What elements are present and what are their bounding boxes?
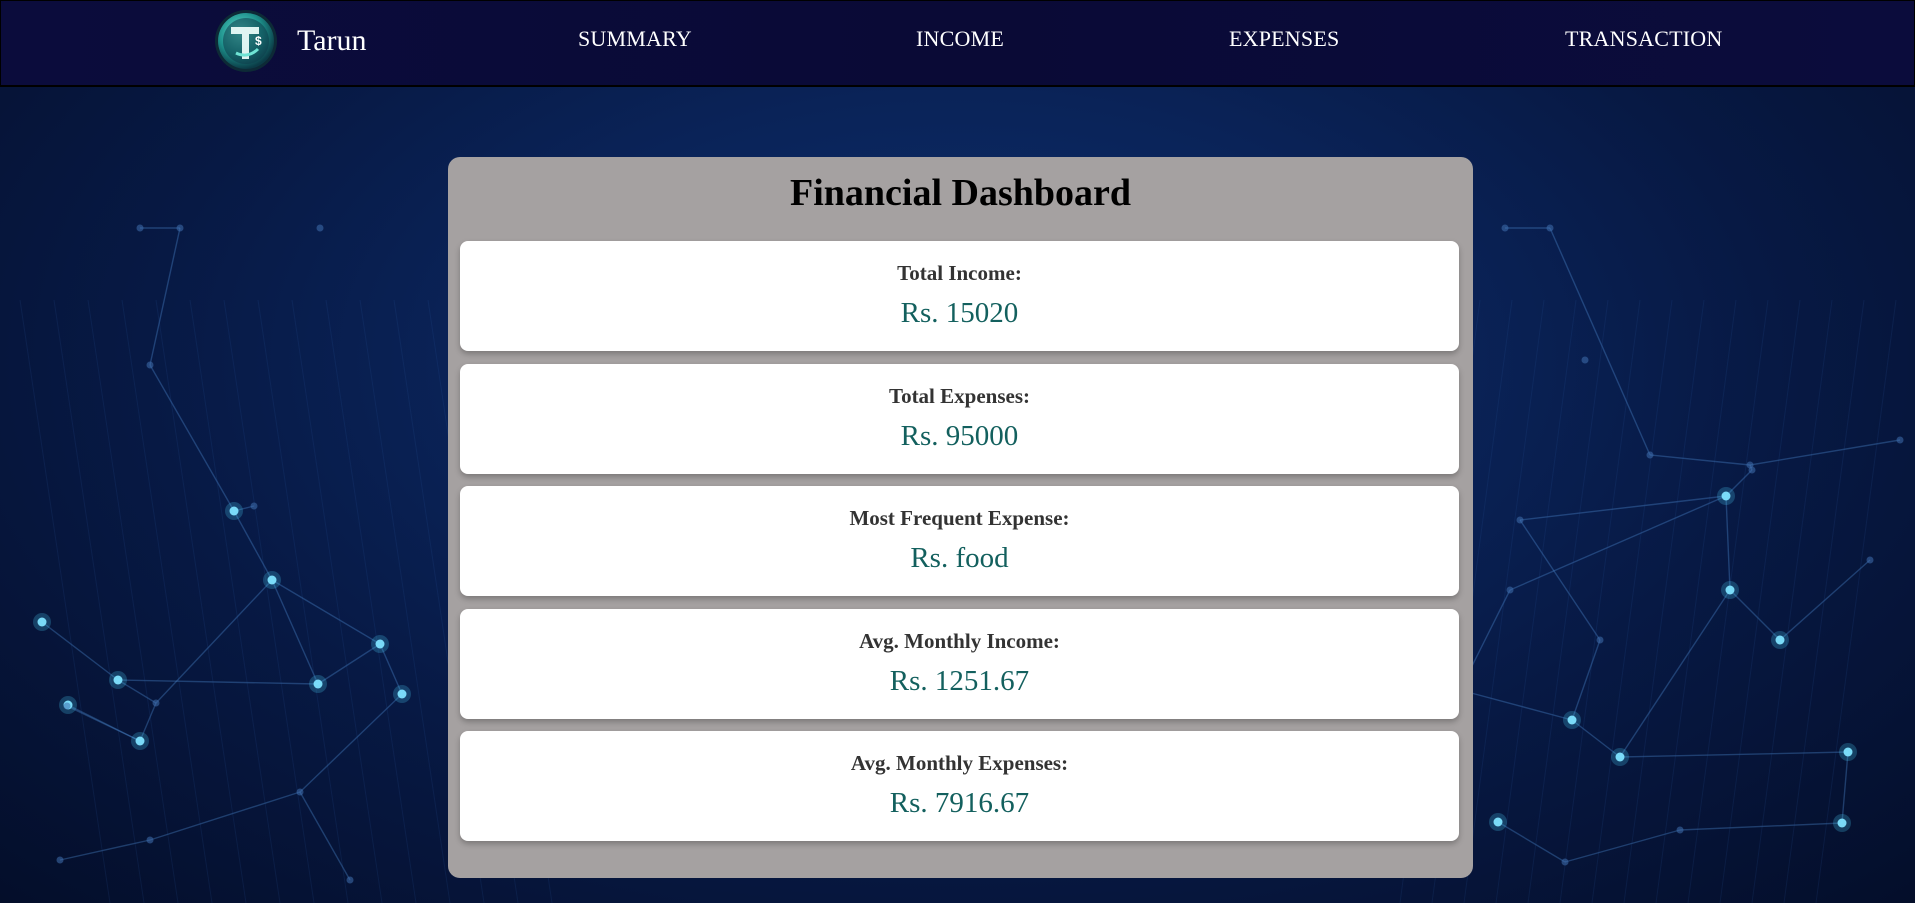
- svg-text:$: $: [255, 34, 262, 48]
- brand-name: Tarun: [297, 24, 367, 57]
- nav-summary-link[interactable]: SUMMARY: [578, 26, 692, 52]
- avg-monthly-income-card: Avg. Monthly Income: Rs. 1251.67: [460, 609, 1459, 719]
- nav-expenses-link[interactable]: EXPENSES: [1229, 26, 1339, 52]
- top-navbar: $ Tarun SUMMARY INCOME EXPENSES TRANSACT…: [0, 0, 1915, 87]
- card-label: Avg. Monthly Expenses:: [850, 751, 1069, 775]
- card-label: Total Expenses:: [888, 384, 1030, 408]
- card-value: Rs. 1251.67: [889, 665, 1030, 697]
- dashboard-title: Financial Dashboard: [789, 172, 1132, 214]
- card-label: Total Income:: [897, 261, 1022, 285]
- total-income-card: Total Income: Rs. 15020: [460, 241, 1459, 351]
- tarun-dollar-logo-icon: $: [215, 10, 277, 72]
- avg-monthly-expenses-card: Avg. Monthly Expenses: Rs. 7916.67: [460, 731, 1459, 841]
- most-frequent-expense-card: Most Frequent Expense: Rs. food: [460, 486, 1459, 596]
- card-value: Rs. food: [910, 542, 1009, 574]
- brand[interactable]: $ Tarun: [214, 9, 367, 73]
- card-label: Avg. Monthly Income:: [859, 629, 1060, 653]
- card-value: Rs. 15020: [900, 297, 1019, 329]
- nav-transaction-link[interactable]: TRANSACTION: [1565, 26, 1722, 52]
- total-expenses-card: Total Expenses: Rs. 95000: [460, 364, 1459, 474]
- card-label: Most Frequent Expense:: [849, 506, 1070, 530]
- card-value: Rs. 95000: [900, 420, 1019, 452]
- financial-dashboard-panel: Financial Dashboard Total Income: Rs. 15…: [448, 157, 1473, 878]
- nav-income-link[interactable]: INCOME: [916, 26, 1004, 52]
- card-value: Rs. 7916.67: [889, 787, 1030, 819]
